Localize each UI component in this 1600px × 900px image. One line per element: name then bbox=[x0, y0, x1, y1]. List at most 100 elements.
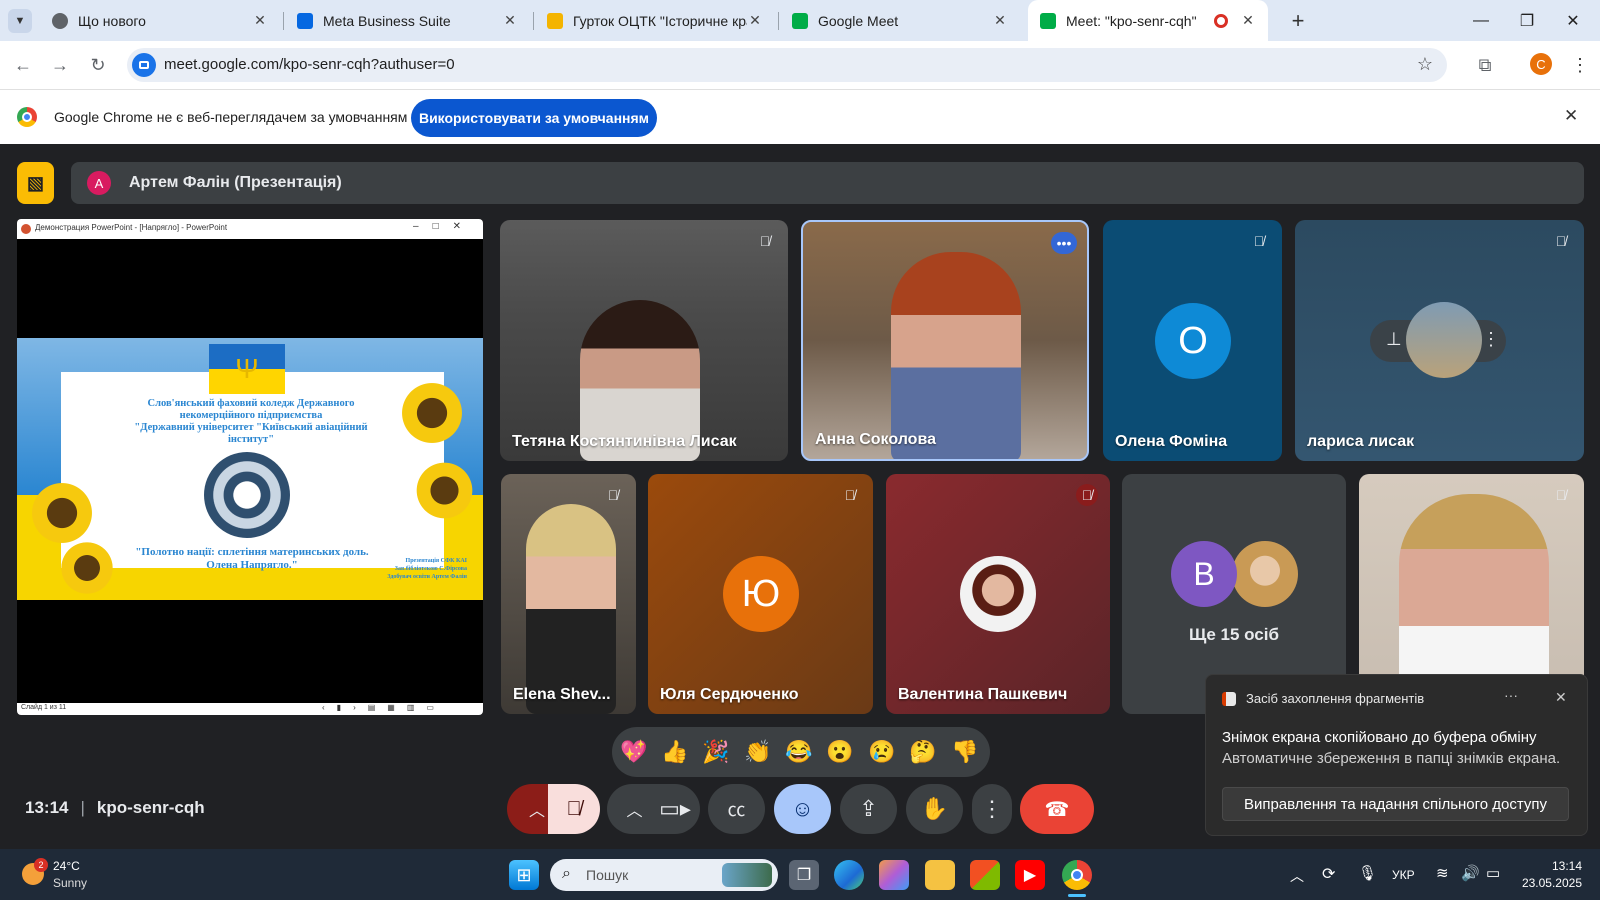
reaction-sad[interactable]: 😢 bbox=[865, 735, 899, 769]
task-view-icon[interactable]: ❐ bbox=[789, 860, 819, 890]
close-icon[interactable]: ✕ bbox=[252, 12, 268, 29]
microphone-toggle-button[interactable]: 🎙̸ bbox=[548, 784, 600, 834]
weather-widget[interactable]: 2 24°C Sunny bbox=[22, 858, 102, 894]
more-options-icon[interactable]: ••• bbox=[1051, 232, 1077, 254]
notification-app-name: Засіб захоплення фрагментів bbox=[1246, 691, 1425, 706]
participant-name: Олена Фоміна bbox=[1115, 433, 1228, 450]
weather-badge: 2 bbox=[34, 858, 48, 872]
notification-more-icon[interactable]: ··· bbox=[1504, 687, 1518, 703]
forward-button[interactable]: → bbox=[46, 51, 74, 79]
participant-avatar-photo bbox=[1232, 541, 1298, 607]
mic-off-icon: 🎙̸ bbox=[566, 797, 582, 820]
restore-button[interactable]: ❐ bbox=[1504, 0, 1550, 41]
meeting-time: 13:14 bbox=[25, 798, 69, 817]
tray-overflow-icon[interactable]: ︿ bbox=[1290, 866, 1304, 886]
ppt-statusbar: Слайд 1 из 11 ‹▮›▤▦▥▭ bbox=[17, 703, 483, 715]
participant-tile-active[interactable]: ••• Анна Соколова bbox=[801, 220, 1089, 461]
credit-line: Здобувач освіти Артем Фалін bbox=[387, 574, 467, 580]
mic-off-icon: 🎙̸ bbox=[1076, 484, 1098, 506]
tab-5-active[interactable]: Meet: "kpo-senr-cqh" ✕ bbox=[1028, 0, 1268, 41]
hand-icon: ✋ bbox=[920, 796, 949, 821]
raise-hand-button[interactable]: ✋ bbox=[906, 784, 963, 834]
participant-tile[interactable]: Ю 🎙̸ Юля Сердюченко bbox=[648, 474, 873, 714]
reaction-thumbs-down[interactable]: 👎 bbox=[948, 735, 982, 769]
edit-and-share-button[interactable]: Виправлення та надання спільного доступу bbox=[1222, 787, 1569, 821]
reaction-thumbs-up[interactable]: 👍 bbox=[658, 735, 692, 769]
tab-4[interactable]: Google Meet ✕ bbox=[780, 0, 1020, 41]
close-window-button[interactable]: ✕ bbox=[1550, 0, 1596, 41]
tab-1[interactable]: Що нового ✕ bbox=[40, 0, 280, 41]
more-participants-label: Ще 15 осіб bbox=[1189, 625, 1279, 644]
meeting-code: kpo-senr-cqh bbox=[96, 798, 205, 817]
slide-line: "Державний університет "Київський авіаці… bbox=[134, 422, 368, 433]
reload-button[interactable]: ↻ bbox=[84, 51, 112, 79]
chrome-taskbar-icon[interactable] bbox=[1062, 860, 1092, 890]
set-default-button[interactable]: Використовувати за умовчанням bbox=[411, 99, 657, 137]
participant-tile[interactable]: О 🎙̸ Олена Фоміна bbox=[1103, 220, 1282, 461]
wifi-icon[interactable]: ≋ bbox=[1436, 864, 1449, 882]
presentation-tile[interactable]: Демонстрация PowerPoint - [Напрягло] - P… bbox=[17, 219, 483, 715]
close-icon[interactable]: ✕ bbox=[992, 12, 1008, 29]
reaction-party[interactable]: 🎉 bbox=[699, 735, 733, 769]
credit-line: Зав.бібліотекою С.Фірсова bbox=[394, 566, 467, 572]
camera-toggle-button[interactable]: ▭▸ bbox=[650, 784, 700, 834]
file-explorer-icon[interactable] bbox=[925, 860, 955, 890]
star-icon[interactable]: ☆ bbox=[1417, 54, 1433, 75]
pin-icon[interactable]: ⊥ bbox=[1386, 329, 1402, 350]
participant-tile[interactable]: 🎙̸ Тетяна Костянтинівна Лисак bbox=[500, 220, 788, 461]
sync-icon[interactable]: ⟳ bbox=[1322, 864, 1335, 884]
tile-hover-controls: ⊥ ⋮ bbox=[1370, 302, 1506, 378]
menu-icon[interactable]: ⋮ bbox=[1566, 51, 1594, 79]
battery-icon[interactable]: ▭ bbox=[1486, 864, 1500, 882]
extensions-icon[interactable]: ⧉ bbox=[1471, 51, 1499, 79]
taskbar-clock[interactable]: 13:14 23.05.2025 bbox=[1510, 858, 1582, 892]
edge-icon[interactable] bbox=[834, 860, 864, 890]
tab-3[interactable]: Гурток ОЦТК "Історичне краєз ✕ bbox=[535, 0, 775, 41]
profile-avatar[interactable]: C bbox=[1530, 53, 1552, 75]
reaction-thinking[interactable]: 🤔 bbox=[906, 735, 940, 769]
back-button[interactable]: ← bbox=[9, 51, 37, 79]
youtube-icon[interactable]: ▶ bbox=[1015, 860, 1045, 890]
meet-icon bbox=[792, 12, 808, 29]
close-icon[interactable]: ✕ bbox=[502, 12, 518, 29]
tab-title: Що нового bbox=[78, 12, 146, 29]
reaction-laugh[interactable]: 😂 bbox=[782, 735, 816, 769]
credit-line: Презентація СФК КАІ bbox=[405, 558, 467, 564]
participant-tile[interactable]: ⊥ ⋮ 🎙̸ лариса лисак bbox=[1295, 220, 1584, 461]
windows-start-icon[interactable]: ⊞ bbox=[509, 860, 539, 890]
emoji-reactions-button[interactable]: ☺ bbox=[774, 784, 831, 834]
tab-2[interactable]: Meta Business Suite ✕ bbox=[285, 0, 530, 41]
reaction-surprised[interactable]: 😮 bbox=[823, 735, 857, 769]
more-options-icon[interactable]: ⋮ bbox=[1482, 329, 1500, 350]
mic-off-icon: 🎙̸ bbox=[1555, 487, 1567, 503]
participant-tile[interactable]: 🎙̸ Валентина Пашкевич bbox=[886, 474, 1110, 714]
reaction-clap[interactable]: 👏 bbox=[741, 735, 775, 769]
presentation-indicator-button[interactable]: ▧ bbox=[17, 162, 54, 204]
microsoft-store-icon[interactable] bbox=[970, 860, 1000, 890]
leave-call-button[interactable]: ☎ bbox=[1020, 784, 1094, 834]
new-tab-button[interactable]: + bbox=[1285, 8, 1311, 34]
minimize-button[interactable]: — bbox=[1458, 0, 1504, 41]
taskbar-search[interactable]: ⌕ Пошук bbox=[550, 859, 778, 891]
participant-name: Юля Сердюченко bbox=[660, 686, 799, 703]
slide-heading: Слов'янський фаховий коледж Державного н… bbox=[101, 398, 401, 446]
close-icon[interactable]: ✕ bbox=[747, 12, 763, 29]
address-bar[interactable]: meet.google.com/kpo-senr-cqh?authuser=0 … bbox=[127, 48, 1447, 82]
slide-line: Слов'янський фаховий коледж Державного bbox=[147, 398, 355, 409]
reaction-heart[interactable]: 💖 bbox=[617, 735, 651, 769]
tab-search-button[interactable]: ▼ bbox=[8, 9, 32, 33]
sunflower-decoration bbox=[57, 538, 117, 598]
close-icon[interactable]: ✕ bbox=[1240, 12, 1256, 29]
microphone-tray-icon[interactable]: 🎙 bbox=[1358, 864, 1377, 882]
captions-button[interactable]: ㏄ bbox=[708, 784, 765, 834]
more-options-button[interactable]: ⋮ bbox=[972, 784, 1012, 834]
present-screen-button[interactable]: ⇪ bbox=[840, 784, 897, 834]
volume-icon[interactable]: 🔊 bbox=[1461, 864, 1480, 882]
input-language[interactable]: УКР bbox=[1392, 868, 1415, 882]
close-icon[interactable]: ✕ bbox=[1555, 689, 1567, 706]
more-vert-icon: ⋮ bbox=[981, 796, 1003, 821]
site-info-icon[interactable] bbox=[132, 53, 156, 77]
participant-tile[interactable]: 🎙̸ Elena Shev... bbox=[501, 474, 636, 714]
copilot-icon[interactable] bbox=[879, 860, 909, 890]
close-icon[interactable]: ✕ bbox=[1564, 106, 1578, 126]
